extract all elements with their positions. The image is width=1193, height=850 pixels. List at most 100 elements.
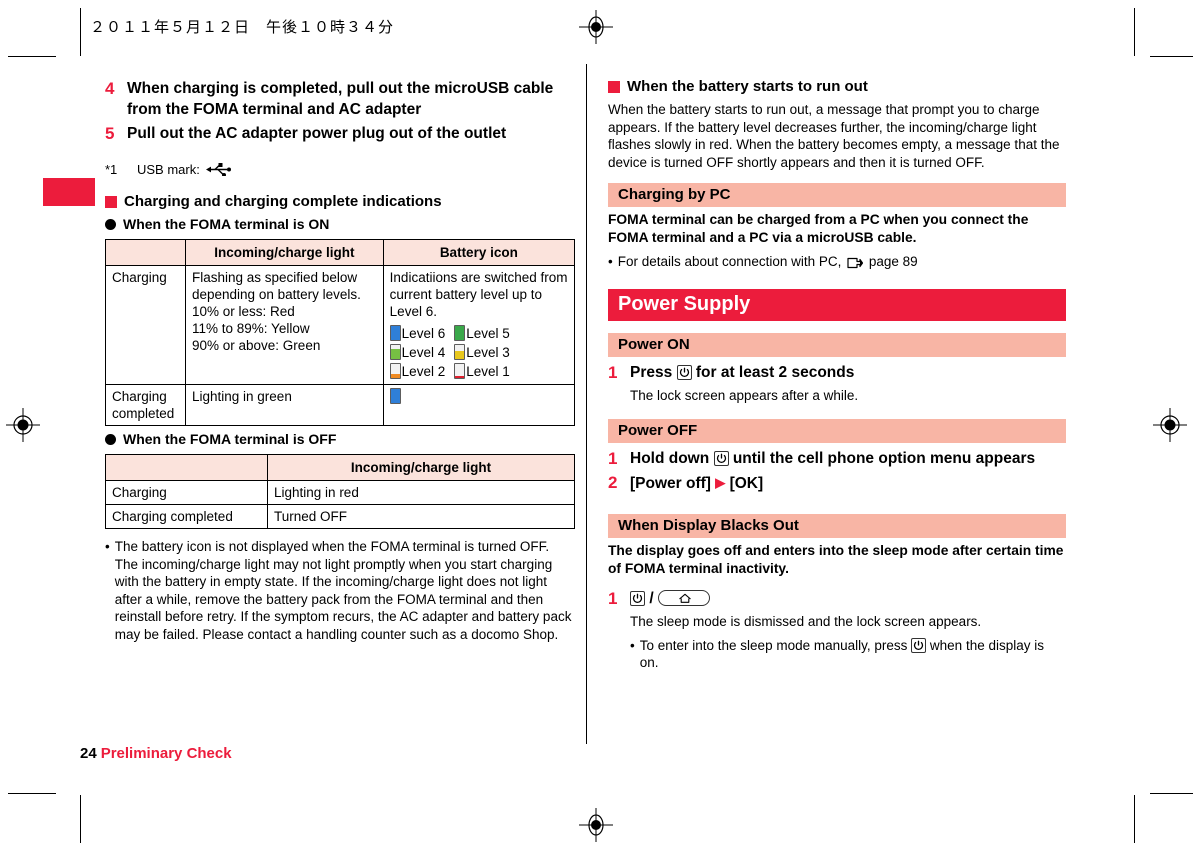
bullet-dot-icon: • [608, 254, 613, 270]
table-row: Charging completed Turned OFF [104, 504, 575, 529]
bullet-text-after: page 89 [868, 254, 918, 270]
red-square-bullet-icon [105, 195, 117, 208]
battery-icon-level-6 [389, 325, 401, 341]
table-row: Charging Lighting in red [104, 480, 575, 505]
table-indications-off: Incoming/charge light Charging Lighting … [104, 454, 575, 529]
crop-mark-left-vertical [80, 8, 81, 56]
power-off-step-2: 2 [Power off] ▶ [OK] [608, 472, 1066, 494]
heading-terminal-off-label: When the FOMA terminal is OFF [123, 431, 337, 447]
band-power-off: Power OFF [608, 418, 1066, 443]
power-off-step-1-number: 1 [608, 448, 618, 468]
bullet-text-before: For details about connection with PC, [617, 254, 842, 270]
step-4-text: When charging is completed, pull out the… [127, 80, 554, 118]
battery-note: • The battery icon is not displayed when… [105, 538, 575, 644]
crop-mark-bottom-left-horizontal [8, 793, 56, 794]
table-header-row: Incoming/charge light Battery icon [105, 239, 576, 266]
heading-battery-run-out: When the battery starts to run out [608, 78, 1066, 95]
col-header-battery: Battery icon [382, 239, 576, 266]
battery-level-1-label: Level 1 [466, 364, 510, 379]
row-value-charging-off: Lighting in red [267, 480, 575, 505]
battery-icon-level-2 [389, 363, 401, 379]
power-off-menu-item: [Power off] [630, 474, 711, 492]
heading-terminal-on: When the FOMA terminal is ON [105, 216, 575, 232]
power-on-step-after: for at least 2 seconds [695, 363, 855, 381]
col-header-blank [105, 239, 186, 266]
power-key-icon [630, 590, 645, 606]
charging-by-pc-bullet: • For details about connection with PC, … [608, 253, 1066, 271]
col-header-light-off: Incoming/charge light [267, 454, 575, 481]
display-blacks-out-body: The display goes off and enters into the… [608, 542, 1064, 576]
step-5-number: 5 [105, 124, 115, 143]
row-label-completed-off: Charging completed [104, 504, 269, 529]
battery-icon-level-3 [454, 344, 466, 360]
col-header-light: Incoming/charge light [185, 239, 384, 266]
power-on-step-1: 1 Press for at least 2 seconds [608, 362, 1066, 383]
power-off-step-1: 1 Hold down until the cell phone option … [608, 448, 1066, 469]
table-row: Charging completed Lighting in green [105, 384, 576, 426]
power-off-step-2-number: 2 [608, 472, 618, 492]
band-charging-by-pc: Charging by PC [608, 183, 1066, 208]
power-off-step-before: Hold down [630, 449, 710, 467]
row-label-charging-completed: Charging completed [105, 384, 186, 426]
row-label-charging: Charging [105, 265, 186, 385]
table-indications-on: Incoming/charge light Battery icon Charg… [105, 239, 576, 426]
footnote-label: USB mark: [137, 162, 200, 177]
power-key-icon [676, 364, 692, 380]
display-blacks-out-bullet: • To enter into the sleep mode manually,… [630, 637, 1066, 672]
black-circle-bullet-icon [105, 433, 116, 445]
heading-charging-indications: Charging and charging complete indicatio… [105, 193, 575, 210]
row-light-charging: Flashing as specified below depending on… [185, 265, 384, 385]
heading-terminal-on-label: When the FOMA terminal is ON [123, 216, 330, 232]
arrow-right-icon: ▶ [715, 474, 726, 490]
page-footer: 24 Preliminary Check [80, 745, 232, 762]
battery-level-4-label: Level 4 [401, 345, 446, 360]
power-key-icon [713, 450, 729, 466]
display-blacks-out-step-1: 1 / [608, 588, 1066, 609]
bullet-dot-icon: • [105, 539, 110, 554]
display-blacks-out-sub: The sleep mode is dismissed and the lock… [630, 613, 982, 629]
home-key-icon [657, 589, 710, 606]
battery-level-item: Level 2 [389, 363, 445, 379]
row-battery-charging: Indicatiions are switched from current b… [382, 265, 576, 385]
black-circle-bullet-icon [105, 218, 116, 230]
page-timestamp: ２０１１年５月１２日 午後１０時３４分 [90, 18, 395, 36]
column-divider [586, 64, 587, 744]
crop-mark-bottom-left-vertical [80, 795, 81, 843]
heading-charging-indications-label: Charging and charging complete indicatio… [124, 193, 442, 210]
sleep-bullet-before: To enter into the sleep mode manually, p… [639, 637, 908, 653]
battery-level-6-label: Level 6 [401, 326, 446, 341]
battery-level-item: Level 3 [454, 344, 510, 360]
battery-note-text: The battery icon is not displayed when t… [114, 539, 572, 642]
battery-level-3-label: Level 3 [466, 345, 510, 360]
power-on-step-1-text: Press for at least 2 seconds [630, 362, 1066, 383]
power-on-step-1-sub: The lock screen appears after a while. [630, 387, 859, 403]
crop-mark-right-vertical [1134, 8, 1135, 56]
registration-mark-left [6, 408, 40, 442]
crop-mark-top-right-horizontal [1150, 56, 1193, 57]
footer-section-title: Preliminary Check [100, 745, 232, 762]
crop-mark-bottom-right-vertical [1134, 795, 1135, 843]
battery-desc-text: Indicatiions are switched from current b… [389, 270, 568, 319]
battery-icon-level-1 [454, 363, 466, 379]
battery-level-list: Level 6 Level 5 Level 4 Level 3 Level 2 Lev… [389, 324, 568, 381]
footer-page-number: 24 [80, 745, 97, 762]
table-row: Charging Flashing as specified below dep… [105, 265, 576, 385]
battery-level-item: Level 6 [389, 325, 446, 341]
crop-mark-top-left-horizontal [8, 56, 56, 57]
crop-mark-bottom-right-horizontal [1150, 793, 1193, 794]
display-blacks-out-step-1-keys: / [630, 588, 1066, 609]
power-off-step-2-text: [Power off] ▶ [OK] [630, 472, 1066, 494]
heading-terminal-off: When the FOMA terminal is OFF [105, 431, 575, 447]
red-square-bullet-icon [608, 80, 620, 93]
step-4-number: 4 [105, 79, 115, 98]
step-5: 5 Pull out the AC adapter power plug out… [105, 123, 575, 144]
registration-mark-bottom [579, 808, 613, 842]
battery-level-5-label: Level 5 [466, 326, 510, 341]
row-battery-charging-completed [382, 384, 576, 426]
power-off-step-1-text: Hold down until the cell phone option me… [630, 448, 1066, 469]
col-header-blank-off [104, 454, 269, 481]
heading-battery-run-out-label: When the battery starts to run out [627, 78, 868, 95]
key-separator: / [649, 589, 654, 607]
registration-mark-top [579, 10, 613, 44]
battery-level-item: Level 5 [454, 325, 510, 341]
